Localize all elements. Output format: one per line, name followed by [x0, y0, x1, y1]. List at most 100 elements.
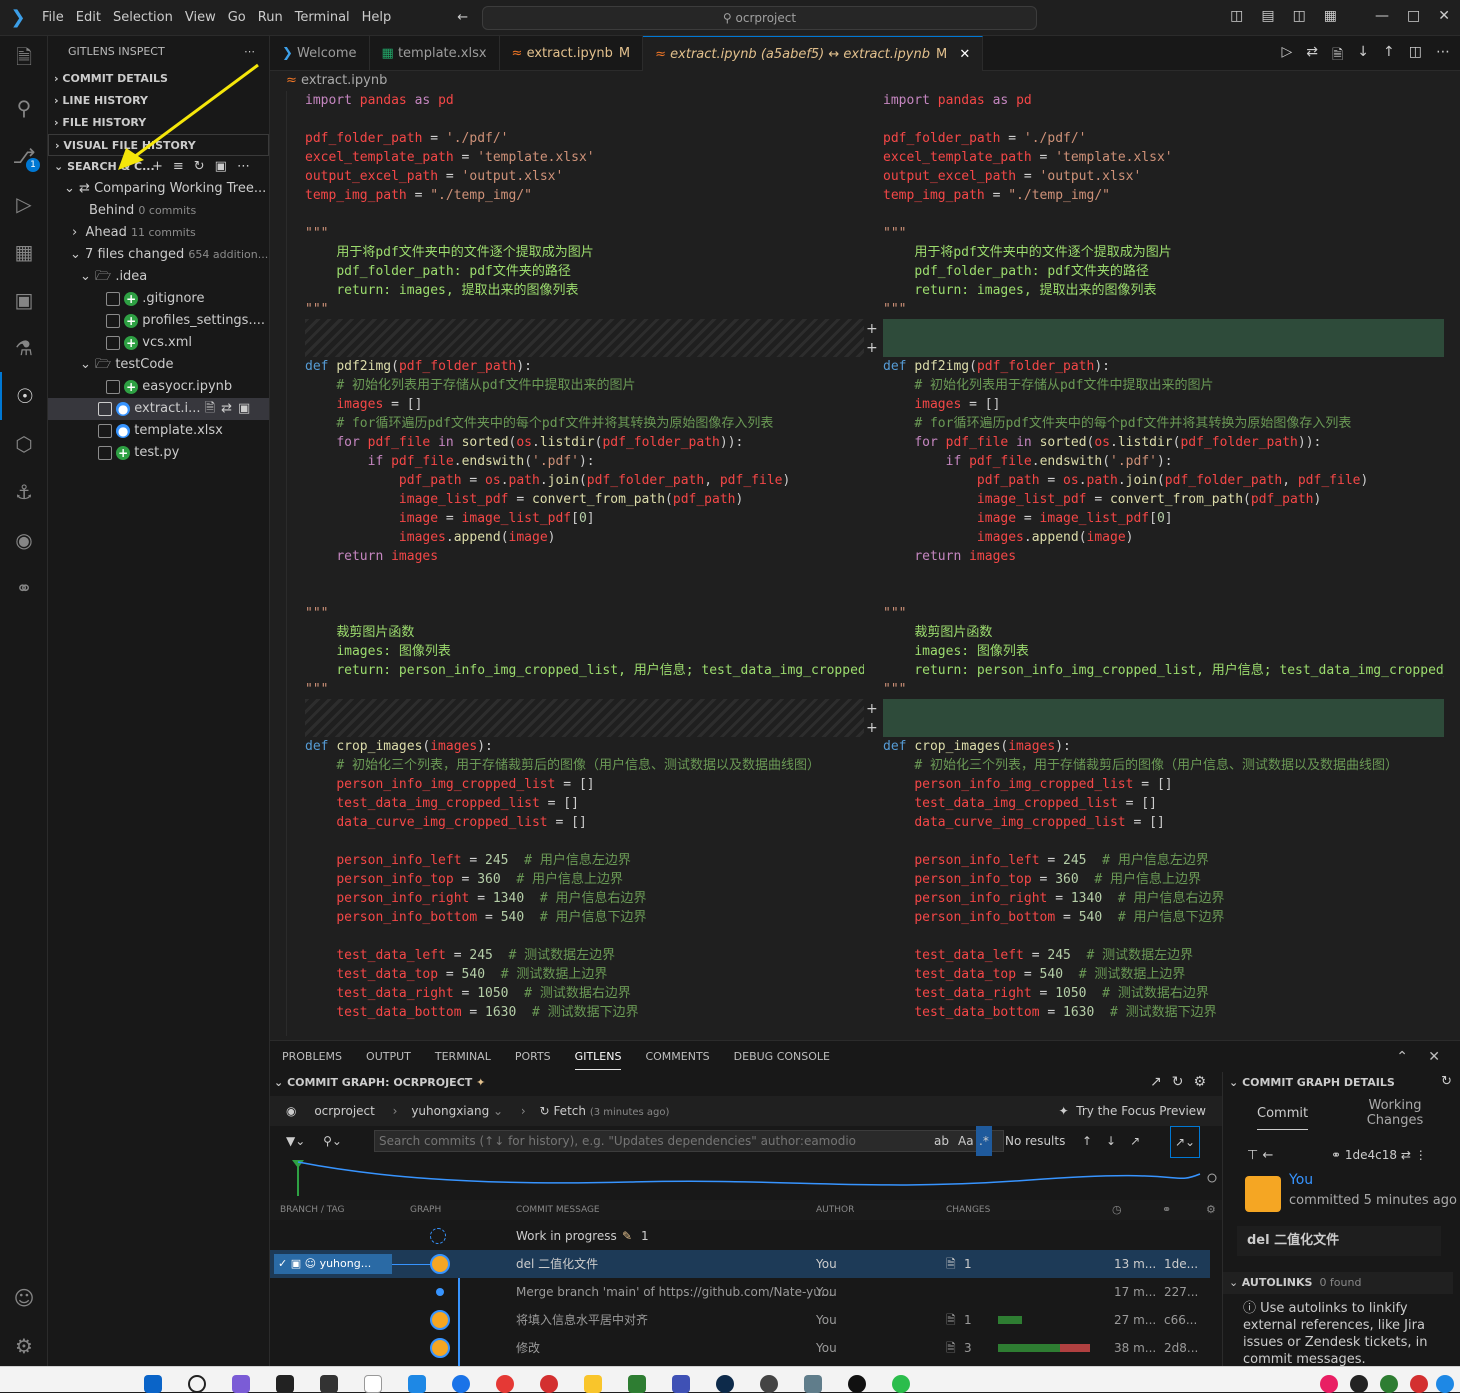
compare-icon[interactable]: ⇄ [1401, 1148, 1411, 1162]
fetch-button[interactable]: Fetch [553, 1104, 586, 1118]
commit-nav-icons[interactable]: ⊤ ← [1247, 1148, 1273, 1163]
search-icon[interactable]: ⚲ [0, 84, 48, 132]
autolinks-header[interactable]: ⌄ AUTOLINKS 0 found [1223, 1272, 1453, 1294]
search-nav-icons[interactable]: ↑↓↗ [1082, 1126, 1154, 1156]
tab-extract-diff[interactable]: ≈ extract.ipynb (a5abef5) ↔ extract.ipyn… [643, 36, 984, 71]
back-arrow-icon[interactable]: ← [457, 10, 468, 25]
menu-edit[interactable]: Edit [76, 10, 101, 25]
edge-icon[interactable] [452, 1375, 470, 1393]
compare-icon[interactable]: ⇄ [1306, 44, 1318, 68]
run-icon[interactable]: ▷ [1282, 44, 1293, 68]
details-header[interactable]: ⌄ COMMIT GRAPH DETAILS [1229, 1076, 1395, 1089]
panel-tab-gitlens[interactable]: GITLENS [574, 1050, 622, 1070]
checkbox[interactable] [106, 335, 120, 350]
settings-gear-icon[interactable]: ⚙ [1206, 1200, 1216, 1220]
run-debug-icon[interactable]: ▷ [0, 180, 48, 228]
remote-explorer-icon[interactable]: ▣ [0, 276, 48, 324]
folder-icon[interactable] [584, 1375, 602, 1393]
git-graph-icon[interactable]: ⚭ [0, 564, 48, 612]
extensions-icon[interactable]: ▦ [0, 228, 48, 276]
panel-tab-comments[interactable]: COMMENTS [645, 1050, 709, 1063]
branch-name[interactable]: yuhongxiang [411, 1104, 489, 1118]
tab-working-changes[interactable]: Working Changes [1363, 1098, 1427, 1128]
commit-search-input[interactable] [374, 1130, 1004, 1152]
table-row[interactable]: 修改 You 🗎 3 38 m... 2d8... [270, 1334, 1210, 1362]
file-test[interactable]: + test.py [48, 442, 269, 464]
file-profiles-settings[interactable]: + profiles_settings.... [48, 310, 269, 332]
accounts-icon[interactable]: ☺ [0, 1274, 48, 1322]
menu-go[interactable]: Go [228, 10, 246, 25]
close-icon[interactable]: ✕ [1438, 8, 1450, 24]
table-row-wip[interactable]: Work in progress ✎ 1 [270, 1222, 1210, 1250]
chrome-icon[interactable] [496, 1375, 514, 1393]
panel-toggle-icon[interactable]: ▤ [1261, 8, 1274, 24]
panel-tab-problems[interactable]: PROBLEMS [282, 1050, 342, 1063]
source-control-icon[interactable]: ⎇ 1 [0, 132, 48, 180]
match-case-icon[interactable]: Aa [958, 1126, 974, 1156]
diff-right-pane[interactable]: import pandas as pd pdf_folder_path = '.… [883, 91, 1444, 1036]
col-author[interactable]: AUTHOR [816, 1200, 854, 1220]
customize-layout-icon[interactable]: ▦ [1324, 8, 1337, 24]
checkbox[interactable] [98, 423, 112, 438]
checkbox[interactable] [106, 313, 120, 328]
terminal-icon[interactable] [320, 1375, 338, 1393]
panel-tab-ports[interactable]: PORTS [515, 1050, 551, 1063]
maximize-icon[interactable]: □ [1407, 8, 1420, 24]
minimize-icon[interactable]: — [1375, 8, 1389, 24]
chatgpt-icon[interactable] [760, 1375, 778, 1393]
ahead-node[interactable]: › Ahead 11 commits [48, 222, 269, 244]
behind-node[interactable]: Behind 0 commits [48, 200, 269, 222]
open-file-icon[interactable]: 🗎 [1332, 44, 1343, 68]
github-icon[interactable]: ◉ [0, 516, 48, 564]
file-easyocr[interactable]: + easyocr.ipynb [48, 376, 269, 398]
table-row[interactable]: 将填入信息水平居中对齐 You 🗎 1 27 m... c66... [270, 1306, 1210, 1334]
details-sha[interactable]: 1de4c18 [1345, 1148, 1397, 1162]
github-icon[interactable] [276, 1375, 294, 1393]
panel-tab-terminal[interactable]: TERMINAL [435, 1050, 491, 1063]
compare-node[interactable]: ⌄ ⇄ Comparing Working Tree... [48, 178, 269, 200]
match-whole-word-icon[interactable]: ab [934, 1126, 949, 1156]
next-change-icon[interactable]: ↓ [1357, 44, 1369, 68]
previous-change-icon[interactable]: ↑ [1383, 44, 1395, 68]
commit-graph-header[interactable]: ⌄ COMMIT GRAPH: OCRPROJECT ✦ [274, 1076, 485, 1089]
repo-name[interactable]: ocrproject [314, 1104, 375, 1118]
close-panel-icon[interactable]: ✕ [1428, 1049, 1440, 1065]
menu-run[interactable]: Run [258, 10, 283, 25]
menu-selection[interactable]: Selection [113, 10, 173, 25]
tab-welcome[interactable]: ❯ Welcome [270, 36, 370, 71]
folder-idea[interactable]: ⌄ 🗁 .idea [48, 266, 269, 288]
command-center-search[interactable]: ⚲ ocrproject [482, 6, 1037, 30]
testing-icon[interactable]: ⚗ [0, 324, 48, 372]
explorer-icon[interactable]: 🗎 [0, 36, 48, 84]
more-actions-icon[interactable]: ⋯ [1436, 44, 1450, 68]
search-icon[interactable] [188, 1375, 206, 1393]
netease-icon[interactable] [540, 1375, 558, 1393]
maximize-panel-icon[interactable]: ⌃ [1396, 1049, 1408, 1065]
checkbox[interactable] [106, 379, 120, 394]
tray-icon[interactable] [1436, 1375, 1454, 1393]
filter-icon[interactable]: ▼⌄ [286, 1134, 305, 1148]
menu-file[interactable]: File [42, 10, 64, 25]
files-changed-node[interactable]: ⌄ 7 files changed 654 addition... [48, 244, 269, 266]
col-branch-tag[interactable]: BRANCH / TAG [280, 1200, 345, 1220]
steam-icon[interactable] [716, 1375, 734, 1393]
tray-icon[interactable] [1350, 1375, 1368, 1393]
graph-minimap[interactable] [270, 1156, 1222, 1200]
layout-icon[interactable]: ◫ [1230, 8, 1243, 24]
gitlens-inspect-icon[interactable]: ☉ [0, 372, 48, 420]
qq-icon[interactable] [848, 1375, 866, 1393]
menu-terminal[interactable]: Terminal [295, 10, 350, 25]
panel-tab-debug-console[interactable]: DEBUG CONSOLE [734, 1050, 830, 1063]
tab-commit[interactable]: Commit [1257, 1106, 1309, 1130]
tab-template-xlsx[interactable]: ▦ template.xlsx [370, 36, 500, 71]
regex-icon[interactable]: .* [976, 1126, 992, 1156]
pycharm-icon[interactable] [628, 1375, 646, 1393]
checkbox[interactable] [106, 291, 120, 306]
minimap-toggle-icon[interactable]: ↗⌄ [1170, 1126, 1201, 1158]
insert-gutter-icons[interactable]: + + [866, 700, 878, 738]
calculator-icon[interactable] [804, 1375, 822, 1393]
breadcrumb[interactable]: ≈ extract.ipynb [286, 71, 387, 91]
folder-testcode[interactable]: ⌄ 🗁 testCode [48, 354, 269, 376]
focus-preview[interactable]: ✦ Try the Focus Preview [1059, 1096, 1206, 1126]
sidebar-toggle-icon[interactable]: ◫ [1293, 8, 1306, 24]
